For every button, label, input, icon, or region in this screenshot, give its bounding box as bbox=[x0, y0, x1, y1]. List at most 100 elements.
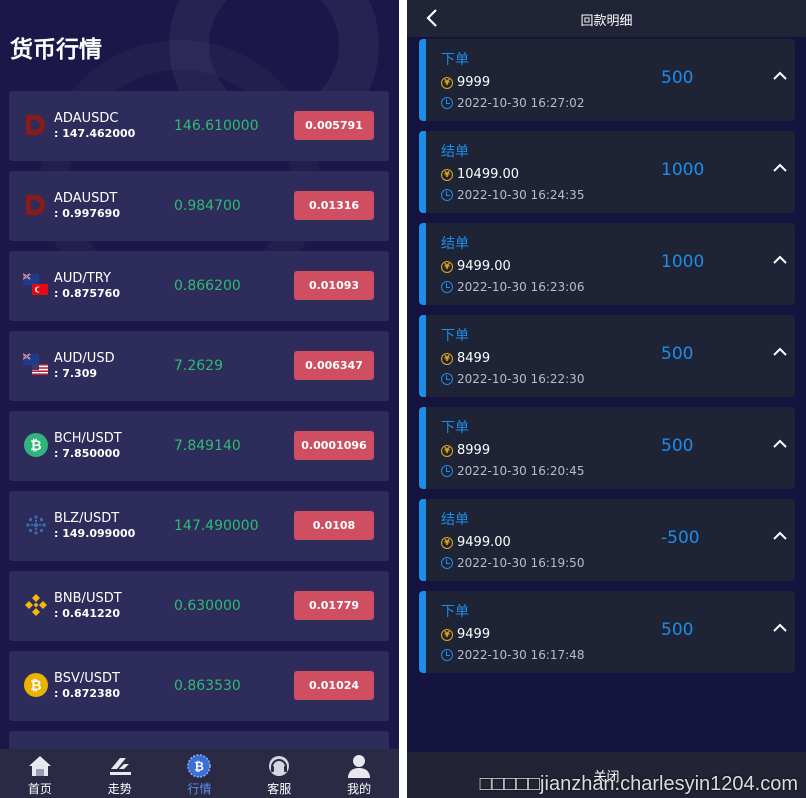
pair-sub-value: : 147.462000 bbox=[54, 127, 136, 140]
record-amount: ¥10499.00 bbox=[441, 167, 519, 182]
clock-icon bbox=[441, 557, 453, 569]
record-value: 1000 bbox=[661, 252, 705, 272]
market-row[interactable]: BNB/USDT: 0.641220 0.630000 0.01779 bbox=[9, 571, 389, 641]
market-row[interactable]: ADAUSDT: 0.997690 0.984700 0.01316 bbox=[9, 171, 389, 241]
market-row[interactable]: ADAUSDC: 147.462000 146.610000 0.005791 bbox=[9, 91, 389, 161]
record-type: 下单 bbox=[441, 604, 469, 620]
chevron-up-icon[interactable] bbox=[773, 163, 787, 173]
record-value: 500 bbox=[661, 344, 694, 364]
chevron-up-icon[interactable] bbox=[773, 531, 787, 541]
market-row[interactable]: ₿ BCH/USDT: 7.850000 7.849140 0.0001096 bbox=[9, 411, 389, 481]
record-amount: ¥9499.00 bbox=[441, 535, 511, 550]
record-type: 结单 bbox=[441, 144, 469, 160]
change-badge[interactable]: 0.0001096 bbox=[294, 431, 374, 460]
price-value: 0.630000 bbox=[174, 598, 241, 614]
coin-icon: ¥ bbox=[441, 76, 453, 89]
market-row[interactable]: AUD/USD: 7.309 7.2629 0.006347 bbox=[9, 331, 389, 401]
coin-icon: ¥ bbox=[441, 628, 453, 641]
price-value: 0.866200 bbox=[174, 278, 241, 294]
record-type: 结单 bbox=[441, 512, 469, 528]
market-row[interactable]: ₿ BSV/USDT: 0.872380 0.863530 0.01024 bbox=[9, 651, 389, 721]
tab-home[interactable]: 首页 bbox=[0, 749, 80, 798]
watermark-text: □□□□□jianzhan.charlesyin1204.com bbox=[479, 773, 798, 795]
tab-support[interactable]: 客服 bbox=[239, 749, 319, 798]
record-amount: ¥9499 bbox=[441, 627, 490, 642]
market-panel: 货币行情 ADAUSDC: 147.462000 146.610000 0.00… bbox=[0, 0, 399, 798]
coin-icon: ¥ bbox=[441, 168, 453, 181]
record-card[interactable]: 结单 ¥9499.00 2022-10-30 16:23:06 1000 bbox=[419, 223, 795, 305]
chevron-up-icon[interactable] bbox=[773, 347, 787, 357]
pair-name: ADAUSDT: 0.997690 bbox=[54, 191, 120, 220]
record-time: 2022-10-30 16:23:06 bbox=[441, 280, 584, 294]
record-card[interactable]: 下单 ¥8499 2022-10-30 16:22:30 500 bbox=[419, 315, 795, 397]
change-badge[interactable]: 0.01024 bbox=[294, 671, 374, 700]
market-list: ADAUSDC: 147.462000 146.610000 0.005791 … bbox=[9, 91, 389, 798]
record-card[interactable]: 下单 ¥9499 2022-10-30 16:17:48 500 bbox=[419, 591, 795, 673]
bsv-icon: ₿ bbox=[24, 673, 48, 697]
bottom-tab-bar: 首页 走势 ₿ 行情 客服 我的 bbox=[0, 749, 399, 798]
record-value: -500 bbox=[661, 528, 700, 548]
record-type: 下单 bbox=[441, 52, 469, 68]
aud-usd-flags-icon bbox=[23, 353, 48, 375]
change-badge[interactable]: 0.01093 bbox=[294, 271, 374, 300]
record-card[interactable]: 下单 ¥8999 2022-10-30 16:20:45 500 bbox=[419, 407, 795, 489]
coin-icon: ¥ bbox=[441, 536, 453, 549]
tab-label: 走势 bbox=[107, 782, 132, 796]
market-row[interactable]: BLZ/USDT: 149.099000 147.490000 0.0108 bbox=[9, 491, 389, 561]
record-value: 500 bbox=[661, 436, 694, 456]
svg-text:₿: ₿ bbox=[195, 760, 205, 774]
chevron-up-icon[interactable] bbox=[773, 439, 787, 449]
record-card[interactable]: 下单 ¥9999 2022-10-30 16:27:02 500 bbox=[419, 39, 795, 121]
panel-divider bbox=[399, 0, 407, 798]
tab-profile[interactable]: 我的 bbox=[319, 749, 399, 798]
svg-text:₿: ₿ bbox=[30, 678, 41, 694]
blz-icon bbox=[26, 515, 46, 535]
market-row[interactable]: AUD/TRY: 0.875760 0.866200 0.01093 bbox=[9, 251, 389, 321]
tab-label: 我的 bbox=[347, 782, 372, 796]
record-card[interactable]: 结单 ¥9499.00 2022-10-30 16:19:50 -500 bbox=[419, 499, 795, 581]
pair-sub-value: : 0.875760 bbox=[54, 287, 120, 300]
record-time: 2022-10-30 16:22:30 bbox=[441, 372, 584, 386]
clock-icon bbox=[441, 189, 453, 201]
chevron-up-icon[interactable] bbox=[773, 255, 787, 265]
bnb-icon bbox=[25, 594, 47, 616]
change-badge[interactable]: 0.006347 bbox=[294, 351, 374, 380]
price-value: 0.984700 bbox=[174, 198, 241, 214]
user-icon bbox=[347, 754, 371, 778]
record-card[interactable]: 结单 ¥10499.00 2022-10-30 16:24:35 1000 bbox=[419, 131, 795, 213]
record-time: 2022-10-30 16:27:02 bbox=[441, 96, 584, 110]
record-time: 2022-10-30 16:17:48 bbox=[441, 648, 584, 662]
pair-sub-value: : 0.641220 bbox=[54, 607, 120, 620]
page-title: 回款明细 bbox=[580, 14, 633, 29]
change-badge[interactable]: 0.01316 bbox=[294, 191, 374, 220]
repayment-detail-panel: 回款明细 下单 ¥9999 2022-10-30 16:27:02 500 结单… bbox=[407, 0, 806, 798]
pair-sub-value: : 7.850000 bbox=[54, 447, 120, 460]
chevron-up-icon[interactable] bbox=[773, 71, 787, 81]
svg-text:₿: ₿ bbox=[30, 438, 41, 454]
chevron-up-icon[interactable] bbox=[773, 623, 787, 633]
change-badge[interactable]: 0.005791 bbox=[294, 111, 374, 140]
record-amount: ¥8499 bbox=[441, 351, 490, 366]
tab-label: 首页 bbox=[27, 782, 52, 796]
aud-try-flags-icon bbox=[23, 273, 48, 295]
tab-market[interactable]: ₿ 行情 bbox=[160, 749, 240, 798]
bitcoin-icon: ₿ bbox=[187, 754, 212, 778]
price-value: 7.849140 bbox=[174, 438, 241, 454]
page-title: 货币行情 bbox=[10, 37, 102, 63]
record-time: 2022-10-30 16:20:45 bbox=[441, 464, 584, 478]
pair-name: BCH/USDT: 7.850000 bbox=[54, 431, 122, 460]
change-badge[interactable]: 0.01779 bbox=[294, 591, 374, 620]
record-type: 结单 bbox=[441, 236, 469, 252]
tab-trend[interactable]: 走势 bbox=[80, 749, 160, 798]
pair-sub-value: : 0.872380 bbox=[54, 687, 120, 700]
record-value: 500 bbox=[661, 68, 694, 88]
record-amount: ¥9499.00 bbox=[441, 259, 511, 274]
bch-icon: ₿ bbox=[24, 433, 48, 457]
coin-icon: ¥ bbox=[441, 444, 453, 457]
record-value: 500 bbox=[661, 620, 694, 640]
pair-sub-value: : 149.099000 bbox=[54, 527, 136, 540]
change-badge[interactable]: 0.0108 bbox=[294, 511, 374, 540]
home-icon bbox=[28, 754, 52, 778]
coin-icon: ¥ bbox=[441, 260, 453, 273]
record-list: 下单 ¥9999 2022-10-30 16:27:02 500 结单 ¥104… bbox=[419, 39, 795, 683]
